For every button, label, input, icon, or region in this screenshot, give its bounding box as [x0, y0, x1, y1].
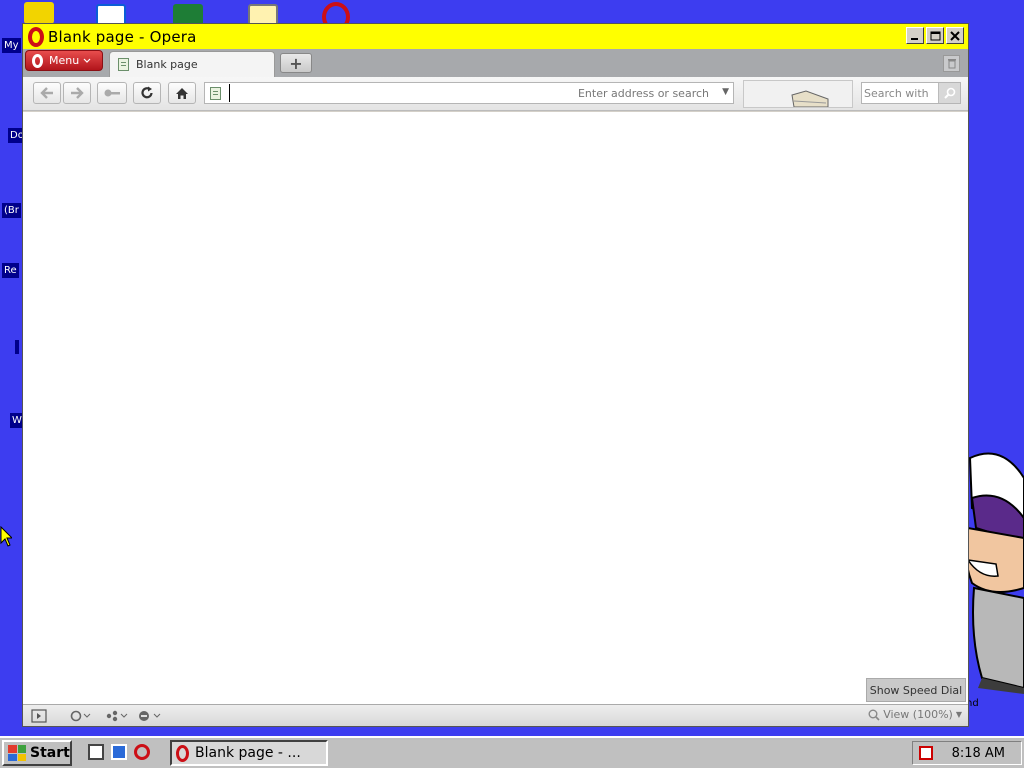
- back-arrow-icon: [40, 87, 53, 99]
- reload-button[interactable]: [133, 82, 161, 104]
- home-button[interactable]: [168, 82, 196, 104]
- clock[interactable]: 8:18 AM: [952, 746, 1005, 761]
- window-title: Blank page - Opera: [48, 27, 197, 46]
- maximize-button[interactable]: [926, 27, 944, 44]
- new-tab-button[interactable]: +: [280, 53, 312, 73]
- book-illustration: [791, 90, 829, 107]
- chevron-down-icon: ▼: [955, 710, 962, 719]
- status-bar: View (100%) ▼: [23, 704, 968, 726]
- tray-app-icon[interactable]: [919, 746, 933, 760]
- taskbar: Start Blank page - ... 8:18 AM: [0, 736, 1024, 768]
- show-speed-dial-button[interactable]: Show Speed Dial: [866, 678, 966, 702]
- taskbar-opera-window[interactable]: Blank page - ...: [170, 740, 328, 766]
- desktop-label-my[interactable]: My: [2, 38, 21, 53]
- address-bar: ▼: [204, 82, 734, 104]
- reload-icon: [141, 86, 153, 99]
- tab-strip: Menu Blank page +: [23, 49, 968, 77]
- window-controls: [906, 27, 964, 44]
- desktop-label-br[interactable]: (Br: [2, 203, 21, 218]
- unite-icon: [106, 710, 128, 722]
- title-bar[interactable]: Blank page - Opera: [23, 24, 968, 49]
- menu-label: Menu: [49, 54, 80, 67]
- page-icon: [118, 58, 129, 71]
- windows-logo-icon: [8, 745, 26, 761]
- close-icon: [950, 30, 960, 41]
- panel-icon: [31, 709, 47, 723]
- search-button[interactable]: [938, 83, 960, 103]
- opera-window: Blank page - Opera Menu Blank page + Ent…: [22, 23, 969, 727]
- close-button[interactable]: [946, 27, 964, 44]
- key-icon: [104, 89, 120, 97]
- fast-forward-button[interactable]: [97, 82, 127, 104]
- show-desktop-icon[interactable]: [88, 744, 104, 760]
- opera-turbo-button[interactable]: [69, 708, 91, 724]
- turbo-icon: [70, 710, 91, 722]
- toolbar-decoration: [743, 80, 853, 108]
- minimize-icon: [911, 37, 918, 40]
- desktop-label-re[interactable]: Re: [2, 263, 19, 278]
- trash-icon: [947, 59, 956, 69]
- search-input[interactable]: [864, 84, 936, 102]
- address-dropdown-icon[interactable]: ▼: [722, 87, 729, 97]
- minimize-button[interactable]: [906, 27, 924, 44]
- desktop-label-blank[interactable]: [15, 340, 19, 354]
- back-button[interactable]: [33, 82, 61, 104]
- chevron-down-icon: [83, 58, 91, 63]
- closed-tabs-button[interactable]: [943, 55, 960, 72]
- link-icon: [139, 711, 161, 721]
- opera-link-button[interactable]: [137, 708, 163, 724]
- task-label: Blank page - ...: [195, 745, 301, 761]
- start-label: Start: [30, 745, 70, 761]
- opera-logo-icon: [28, 26, 44, 47]
- opera-logo-icon: [32, 53, 43, 68]
- maximize-icon: [930, 31, 940, 40]
- system-tray: 8:18 AM: [912, 741, 1022, 765]
- mouse-cursor-icon: [0, 526, 12, 547]
- address-input[interactable]: [229, 84, 709, 102]
- outlook-quicklaunch-icon[interactable]: [111, 744, 127, 760]
- tab-label: Blank page: [136, 58, 198, 71]
- tab-blank-page[interactable]: Blank page: [109, 51, 275, 77]
- panel-toggle-button[interactable]: [31, 708, 47, 724]
- zoom-control[interactable]: View (100%) ▼: [868, 708, 962, 721]
- zoom-label: View (100%): [883, 708, 953, 721]
- mascot-illustration: [964, 452, 1024, 694]
- opera-unite-button[interactable]: [105, 708, 129, 724]
- navigation-bar: ▼: [23, 77, 968, 111]
- forward-arrow-icon: [71, 87, 84, 99]
- search-box: [861, 82, 961, 104]
- opera-menu-button[interactable]: Menu: [25, 50, 103, 71]
- opera-logo-icon: [176, 744, 189, 762]
- zoom-icon: [868, 709, 880, 721]
- start-button[interactable]: Start: [2, 740, 72, 766]
- page-icon: [210, 87, 221, 100]
- forward-button[interactable]: [63, 82, 91, 104]
- home-icon: [176, 87, 188, 99]
- opera-quicklaunch-icon[interactable]: [134, 744, 150, 760]
- magnifier-icon: [943, 87, 955, 99]
- page-content[interactable]: Show Speed Dial: [23, 112, 968, 704]
- desktop-icon-folder[interactable]: [24, 2, 54, 24]
